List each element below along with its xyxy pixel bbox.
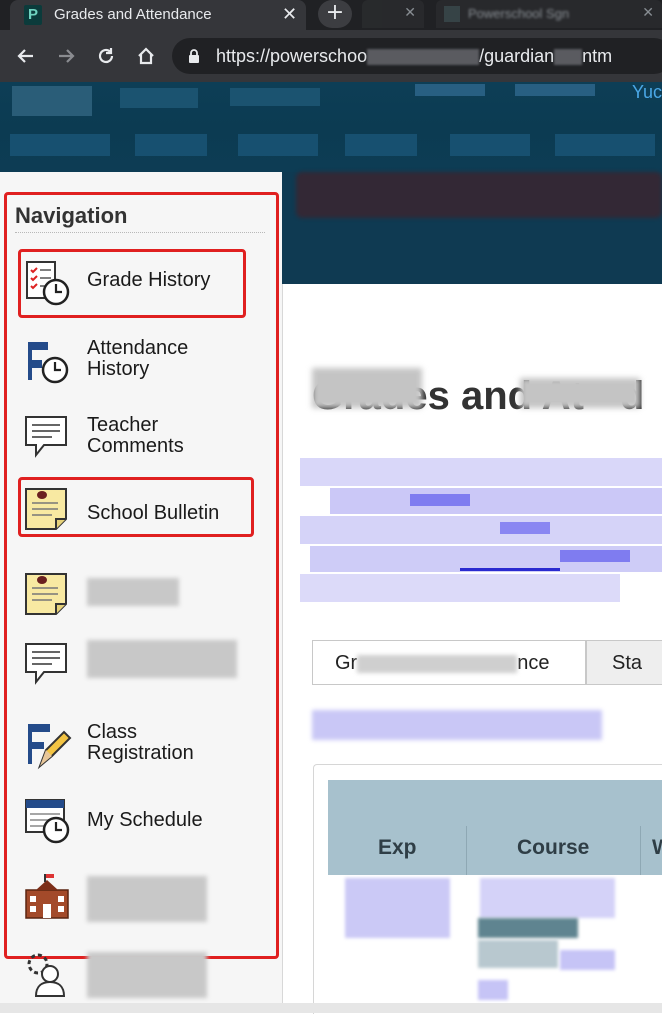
label-redacted bbox=[87, 876, 207, 922]
header-redacted bbox=[345, 134, 417, 156]
attendance-history-icon bbox=[28, 342, 69, 384]
browser-toolbar: https://powerschoo/guardian ntm bbox=[0, 30, 662, 82]
header-redacted bbox=[515, 84, 595, 96]
title-redacted bbox=[312, 368, 422, 408]
class-registration-icon bbox=[28, 724, 72, 770]
nav-label: Teacher Comments bbox=[87, 414, 184, 457]
url-redacted bbox=[367, 49, 480, 66]
url-redacted bbox=[554, 49, 583, 66]
powerschool-favicon-icon bbox=[444, 6, 460, 22]
nav-item-teacher-comments[interactable]: Teacher Comments bbox=[20, 413, 270, 467]
horizontal-scrollbar[interactable] bbox=[0, 1003, 662, 1013]
grades-table-header: Exp Course W bbox=[328, 780, 662, 875]
bulletin-icon bbox=[25, 573, 67, 615]
nav-item-attendance-history[interactable]: Attendance History bbox=[20, 336, 270, 390]
nav-label: Class Registration bbox=[87, 721, 194, 764]
nav-item-redacted[interactable] bbox=[20, 570, 270, 620]
label-redacted bbox=[87, 640, 237, 678]
nav-item-school-bulletin[interactable]: School Bulletin bbox=[20, 485, 270, 533]
nav-item-my-schedule[interactable]: My Schedule bbox=[20, 796, 270, 846]
back-arrow-icon[interactable] bbox=[12, 42, 40, 70]
grades-tab-row: Gr nce Sta bbox=[312, 640, 662, 685]
site-header: Yuc bbox=[0, 82, 662, 172]
tab-close-icon[interactable]: ✕ bbox=[282, 4, 297, 25]
my-schedule-icon bbox=[25, 799, 70, 844]
nav-item-redacted[interactable] bbox=[20, 872, 270, 922]
tab-grades-attendance[interactable]: Gr nce bbox=[312, 640, 586, 684]
header-redacted bbox=[10, 134, 110, 156]
address-bar[interactable]: https://powerschoo/guardian ntm bbox=[172, 38, 662, 74]
header-redacted bbox=[135, 134, 207, 156]
nav-item-redacted[interactable] bbox=[20, 640, 270, 690]
logo-redacted bbox=[12, 86, 92, 116]
attendance-summary-redacted bbox=[300, 458, 662, 618]
url-text: https://powerschoo/guardian ntm bbox=[216, 46, 613, 66]
divider bbox=[15, 232, 265, 233]
school-building-icon bbox=[25, 874, 69, 919]
browser-tab-strip: P Grades and Attendance ✕ + ✕ Powerschoo… bbox=[0, 0, 662, 30]
table-cell-redacted bbox=[560, 950, 615, 970]
grade-history-icon bbox=[26, 261, 70, 306]
tab-standards[interactable]: Sta bbox=[586, 640, 662, 684]
table-cell-redacted bbox=[478, 940, 558, 968]
nav-item-class-registration[interactable]: Class Registration bbox=[20, 722, 270, 772]
header-redacted bbox=[230, 88, 320, 106]
table-cell-redacted bbox=[478, 918, 578, 938]
table-cell-redacted bbox=[478, 980, 508, 1000]
tab-close-icon[interactable]: ✕ bbox=[642, 5, 654, 21]
label-redacted bbox=[87, 578, 179, 606]
navigation-heading: Navigation bbox=[15, 203, 128, 228]
new-tab-button[interactable]: + bbox=[318, 0, 352, 28]
nav-item-redacted[interactable] bbox=[20, 950, 270, 1000]
table-cell-redacted bbox=[345, 878, 450, 938]
header-user-link[interactable]: Yuc bbox=[632, 82, 662, 103]
column-header-course[interactable]: Course bbox=[517, 836, 589, 860]
powerschool-favicon-icon: P bbox=[24, 5, 42, 25]
header-redacted bbox=[555, 134, 655, 156]
table-cell-redacted bbox=[480, 878, 615, 918]
browser-tab-title: Powerschool Sgn bbox=[468, 6, 570, 21]
school-bulletin-icon bbox=[25, 488, 67, 530]
header-redacted bbox=[450, 134, 530, 156]
browser-tab-other[interactable]: Powerschool Sgn ✕ bbox=[436, 0, 662, 28]
account-settings-icon bbox=[27, 953, 66, 997]
header-redacted bbox=[238, 134, 318, 156]
column-header-exp[interactable]: Exp bbox=[378, 836, 417, 860]
divider bbox=[466, 826, 467, 875]
forward-arrow-icon[interactable] bbox=[52, 42, 80, 70]
link-redacted[interactable] bbox=[312, 710, 602, 740]
teacher-comments-icon bbox=[25, 416, 67, 458]
header-redacted bbox=[415, 84, 485, 96]
nav-label: Attendance History bbox=[87, 337, 189, 380]
reload-icon[interactable] bbox=[92, 42, 120, 70]
student-tabs-redacted bbox=[296, 172, 662, 218]
label-redacted bbox=[87, 952, 207, 998]
header-redacted bbox=[120, 88, 198, 108]
browser-tab-other[interactable]: ✕ bbox=[362, 0, 424, 28]
nav-label: My Schedule bbox=[87, 809, 203, 831]
comments-icon bbox=[25, 643, 67, 685]
tab-close-icon[interactable]: ✕ bbox=[404, 5, 416, 21]
column-header-w[interactable]: W bbox=[652, 836, 662, 860]
nav-label: School Bulletin bbox=[87, 502, 220, 524]
title-redacted bbox=[520, 378, 640, 408]
browser-tab-title: Grades and Attendance bbox=[54, 6, 212, 23]
browser-tab-active[interactable]: P Grades and Attendance ✕ bbox=[10, 0, 306, 30]
lock-icon bbox=[189, 49, 199, 63]
home-icon[interactable] bbox=[132, 42, 160, 70]
nav-item-grade-history[interactable]: Grade History bbox=[20, 256, 270, 310]
divider bbox=[640, 826, 641, 875]
nav-label: Grade History bbox=[87, 269, 211, 291]
